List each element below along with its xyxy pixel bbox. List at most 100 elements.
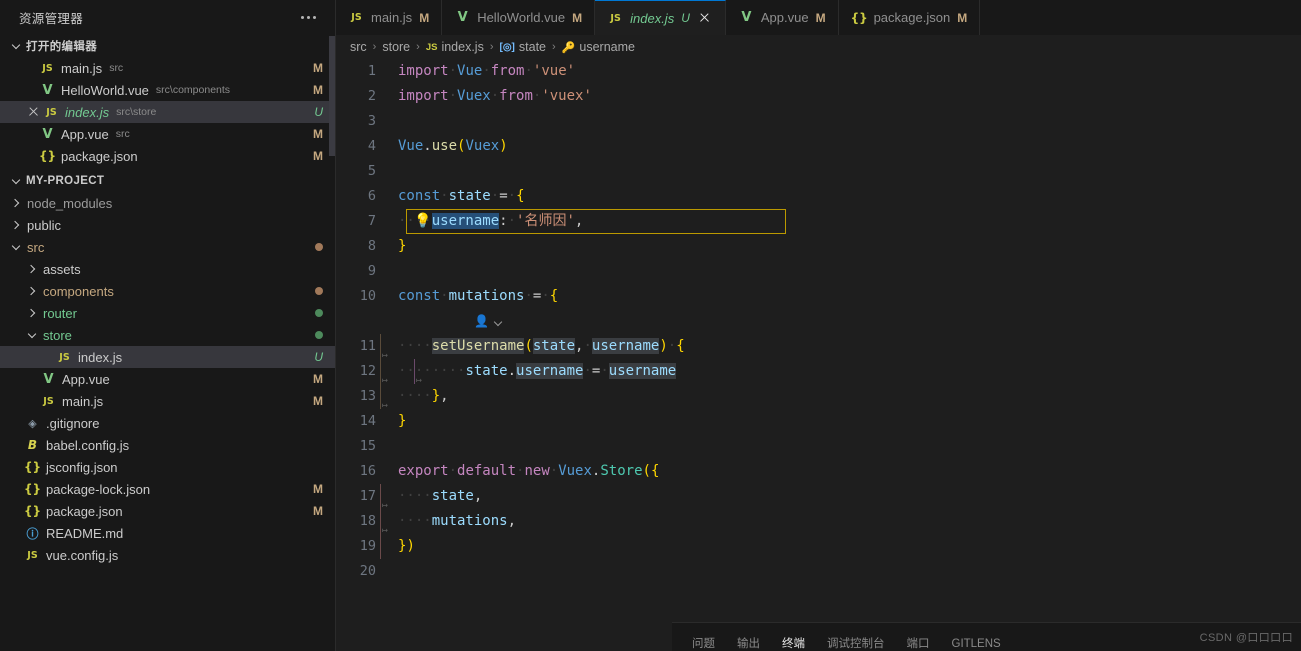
tree-folder[interactable]: assets bbox=[0, 258, 335, 280]
breadcrumb-label: username bbox=[579, 40, 635, 54]
code-line[interactable]: 4 Vue.use(Vuex) bbox=[336, 134, 1301, 159]
code-line[interactable]: 11 ↦ ····setUsername(state,·username)·{ bbox=[336, 334, 1301, 361]
code-line[interactable]: 13 ↦ ····}, bbox=[336, 384, 1301, 411]
code-line[interactable]: 18 ↦ ····mutations, bbox=[336, 509, 1301, 536]
code-line[interactable]: 3 bbox=[336, 109, 1301, 134]
code-line[interactable]: 8} bbox=[336, 234, 1301, 259]
open-editor-name: index.js bbox=[65, 104, 110, 120]
code-line[interactable]: 15 bbox=[336, 434, 1301, 459]
project-section-header[interactable]: MY-PROJECT bbox=[0, 170, 335, 192]
panel-tab[interactable]: 问题 bbox=[692, 637, 715, 651]
tree-folder[interactable]: src bbox=[0, 236, 335, 258]
breadcrumb-item[interactable]: store bbox=[382, 40, 410, 54]
open-editor-item[interactable]: V App.vue src M bbox=[0, 123, 335, 145]
chevron-down-icon[interactable] bbox=[493, 316, 505, 328]
status-badge: M bbox=[313, 394, 323, 408]
line-number: 10 bbox=[359, 288, 376, 304]
explorer-header: 资源管理器 bbox=[0, 0, 335, 35]
code-line[interactable]: 5 bbox=[336, 159, 1301, 184]
open-editor-item[interactable]: {} package.json M bbox=[0, 145, 335, 167]
more-actions-icon[interactable] bbox=[296, 12, 321, 23]
panel-tab[interactable]: 输出 bbox=[737, 637, 760, 651]
codelens-row[interactable]: 👤 bbox=[336, 309, 1301, 334]
breadcrumb-separator: › bbox=[489, 41, 494, 53]
tree-file[interactable]: {} package-lock.json M bbox=[0, 478, 335, 500]
tree-folder[interactable]: store bbox=[0, 324, 335, 346]
explorer-title: 资源管理器 bbox=[19, 12, 84, 26]
breadcrumb-item[interactable]: 🔑 username bbox=[562, 40, 635, 54]
tree-file[interactable]: ◈ .gitignore bbox=[0, 412, 335, 434]
editor-tab[interactable]: V App.vue M bbox=[725, 0, 839, 35]
sidebar-scrollbar[interactable] bbox=[329, 36, 335, 156]
code-line[interactable]: 2 import·Vuex·from·'vuex' bbox=[336, 84, 1301, 109]
tab-status-badge: M bbox=[815, 10, 826, 25]
gitlens-author-icon[interactable]: 👤 bbox=[474, 309, 489, 334]
tree-file[interactable]: V App.vue M bbox=[0, 368, 335, 390]
tree-file[interactable]: {} jsconfig.json bbox=[0, 456, 335, 478]
git-status-dot bbox=[315, 243, 323, 251]
info-file-icon: ⓘ bbox=[26, 526, 39, 541]
code-line[interactable]: 12 ↦ ↦ ········state.username·=·username bbox=[336, 359, 1301, 386]
close-icon[interactable] bbox=[25, 103, 43, 121]
editor-area: JS main.js M V HelloWorld.vue M JS index.js U V Ap… bbox=[336, 0, 1301, 651]
tree-folder[interactable]: router bbox=[0, 302, 335, 324]
bottom-panel: 问题 输出 终端 调试控制台 端口 GITLENS CSDN @口口口口 bbox=[672, 622, 1301, 651]
code-line[interactable]: 💡 7 ····username:·'名师因', bbox=[336, 209, 1301, 234]
tree-file-label: vue.config.js bbox=[46, 547, 119, 563]
tree-file[interactable]: {} package.json M bbox=[0, 500, 335, 522]
code-line[interactable]: 14} bbox=[336, 409, 1301, 434]
tree-file[interactable]: JS index.js U bbox=[0, 346, 335, 368]
tree-folder[interactable]: components bbox=[0, 280, 335, 302]
open-editor-path: src\store bbox=[116, 106, 157, 118]
tab-close-icon[interactable] bbox=[697, 10, 713, 26]
editor-tab[interactable]: {} package.json M bbox=[838, 0, 981, 35]
code-selection: username bbox=[431, 213, 500, 229]
status-badge: M bbox=[313, 372, 323, 386]
file-tree: node_modules public src assets components rou… bbox=[0, 192, 335, 566]
tab-label: App.vue bbox=[760, 10, 809, 25]
code-line[interactable]: 19}) bbox=[336, 534, 1301, 559]
tree-file-label: package-lock.json bbox=[46, 481, 151, 497]
editor-tab[interactable]: JS main.js M bbox=[336, 0, 443, 35]
code-line[interactable]: 10 const·mutations·=·{ bbox=[336, 284, 1301, 309]
line-number: 2 bbox=[367, 88, 376, 104]
tree-file-label: package.json bbox=[46, 503, 123, 519]
code-content[interactable]: 1 import·Vue·from·'vue' 2 import·Vuex·from·… bbox=[336, 59, 1301, 584]
tree-file[interactable]: Bbabel.config.js bbox=[0, 434, 335, 456]
editor-tab[interactable]: V HelloWorld.vue M bbox=[442, 0, 596, 35]
code-line[interactable]: 1 import·Vue·from·'vue' bbox=[336, 59, 1301, 84]
code-line[interactable]: 17 ↦ ····state, bbox=[336, 484, 1301, 511]
open-editor-item[interactable]: V HelloWorld.vue src\components M bbox=[0, 79, 335, 101]
line-number: 4 bbox=[367, 138, 376, 154]
open-editors-section-header[interactable]: 打开的编辑器 bbox=[0, 35, 335, 57]
breadcrumb-icon: JS bbox=[425, 41, 438, 53]
code-line[interactable]: 9 bbox=[336, 259, 1301, 284]
tree-folder[interactable]: node_modules bbox=[0, 192, 335, 214]
panel-tab[interactable]: GITLENS bbox=[952, 637, 1001, 651]
breadcrumb-item[interactable]: JS index.js bbox=[426, 40, 484, 54]
panel-tab[interactable]: 终端 bbox=[782, 637, 805, 651]
code-text: } bbox=[398, 413, 407, 429]
panel-tab[interactable]: 端口 bbox=[907, 637, 930, 651]
tree-file[interactable]: JS vue.config.js bbox=[0, 544, 335, 566]
code-line[interactable]: 16 export·default·new·Vuex.Store({ bbox=[336, 459, 1301, 484]
status-badge: M bbox=[313, 83, 323, 97]
panel-tab[interactable]: 调试控制台 bbox=[827, 637, 885, 651]
editor-tab[interactable]: JS index.js U bbox=[595, 0, 726, 35]
breadcrumb-item[interactable]: [◎] state bbox=[500, 40, 547, 54]
code-text: const·state·=·{ bbox=[398, 188, 525, 204]
json-file-icon: {} bbox=[39, 149, 57, 163]
tab-label: HelloWorld.vue bbox=[477, 10, 566, 25]
code-text: ↦ ····setUsername(state,·username)·{ bbox=[380, 334, 685, 361]
tree-folder[interactable]: public bbox=[0, 214, 335, 236]
tree-folder-label: src bbox=[27, 239, 45, 255]
open-editor-item[interactable]: JS main.js src M bbox=[0, 57, 335, 79]
breadcrumb: src › store › JS index.js › [◎] state › 🔑 username bbox=[336, 35, 1301, 59]
tree-file[interactable]: JS main.js M bbox=[0, 390, 335, 412]
tree-file[interactable]: ⓘ README.md bbox=[0, 522, 335, 544]
git-status-dot bbox=[315, 331, 323, 339]
code-line[interactable]: 6 const·state·=·{ bbox=[336, 184, 1301, 209]
code-line[interactable]: 20 bbox=[336, 559, 1301, 584]
open-editor-item[interactable]: JS index.js src\store U bbox=[0, 101, 335, 123]
breadcrumb-item[interactable]: src bbox=[350, 40, 367, 54]
